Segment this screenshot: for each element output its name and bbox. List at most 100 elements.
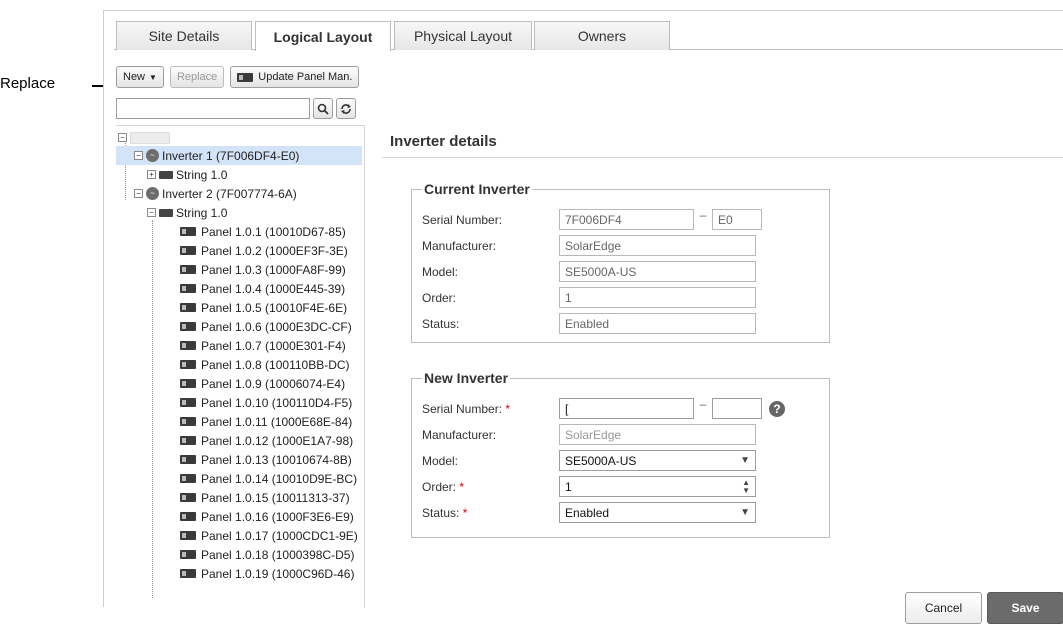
new-dropdown-button[interactable]: New ▼ <box>116 66 164 88</box>
required-mark: * <box>505 401 511 416</box>
tree-item-panel[interactable]: Panel 1.0.6 (1000E3DC-CF) <box>180 317 352 336</box>
inverter-details-panel: Inverter details Current Inverter Serial… <box>382 127 1063 624</box>
tree-item-panel[interactable]: Panel 1.0.18 (1000398C-D5) <box>180 545 354 564</box>
new-status-row: Status: * Enabled ▼ <box>422 502 756 523</box>
new-status-select[interactable]: Enabled ▼ <box>559 502 756 523</box>
new-inverter-group: New Inverter Serial Number: * [ – ? Manu… <box>411 370 830 538</box>
update-panel-manufacturer-button[interactable]: Update Panel Man. <box>230 66 360 88</box>
tree-item-panel[interactable]: Panel 1.0.1 (10010D67-85) <box>180 222 346 241</box>
current-serial-suffix-field: E0 <box>712 209 762 230</box>
required-mark: * <box>462 505 468 520</box>
panel-icon <box>180 360 196 369</box>
panel-icon <box>180 284 196 293</box>
collapse-icon[interactable]: − <box>134 189 143 198</box>
new-inverter-legend: New Inverter <box>424 370 509 386</box>
callout-label: Replace <box>0 75 56 92</box>
expand-icon[interactable]: + <box>147 170 156 179</box>
panel-icon <box>180 455 196 464</box>
tree-search-row <box>116 98 356 119</box>
tree-search-input[interactable] <box>116 98 310 119</box>
tab-physical-layout[interactable]: Physical Layout <box>394 21 532 50</box>
tab-owners[interactable]: Owners <box>534 21 670 50</box>
details-title: Inverter details <box>382 127 1063 158</box>
field-label: Serial Number: <box>422 212 503 227</box>
current-order-field: 1 <box>559 287 756 308</box>
current-serial-row: Serial Number: 7F006DF4 – E0 <box>422 208 762 230</box>
tree-item-panel[interactable]: Panel 1.0.10 (100110D4-F5) <box>180 393 352 412</box>
new-model-select[interactable]: SE5000A-US ▼ <box>559 450 756 471</box>
collapse-icon[interactable]: − <box>147 208 156 217</box>
string-icon <box>159 170 173 179</box>
new-order-row: Order: * 1 ▲ ▼ <box>422 476 756 497</box>
new-order-stepper[interactable]: 1 ▲ ▼ <box>559 476 756 497</box>
tree-item-panel[interactable]: Panel 1.0.4 (1000E445-39) <box>180 279 345 298</box>
tree-item-inverter-2[interactable]: − ~ Inverter 2 (7F007774-6A) <box>134 184 297 203</box>
new-serial-suffix-input[interactable] <box>712 398 762 419</box>
tree-item-panel[interactable]: Panel 1.0.15 (10011313-37) <box>180 488 350 507</box>
panel-icon <box>180 265 196 274</box>
chevron-down-icon: ▼ <box>740 455 750 466</box>
field-label: Manufacturer: <box>422 427 497 442</box>
new-serial-input[interactable]: [ <box>559 398 694 419</box>
tree-item-panel[interactable]: Panel 1.0.9 (10006074-E4) <box>180 374 345 393</box>
panel-icon <box>180 341 196 350</box>
current-inverter-legend: Current Inverter <box>424 181 530 197</box>
field-label: Status: <box>422 505 460 520</box>
tab-bar: Site Details Logical Layout Physical Lay… <box>114 19 1063 51</box>
inverter-icon: ~ <box>146 149 159 162</box>
cancel-button[interactable]: Cancel <box>905 592 982 624</box>
inverter-icon: ~ <box>146 187 159 200</box>
panel-icon <box>180 303 196 312</box>
tab-site-details[interactable]: Site Details <box>116 21 252 50</box>
tree-root[interactable]: − <box>118 128 170 147</box>
tree-connector <box>152 220 153 598</box>
tree-item-panel[interactable]: Panel 1.0.11 (1000E68E-84) <box>180 412 352 431</box>
tree-item-panel[interactable]: Panel 1.0.12 (1000E1A7-98) <box>180 431 353 450</box>
tree-item-panel[interactable]: Panel 1.0.13 (10010674-8B) <box>180 450 352 469</box>
field-label: Order: <box>422 290 457 305</box>
current-status-field: Enabled <box>559 313 756 334</box>
tree-item-panel[interactable]: Panel 1.0.19 (1000C96D-46) <box>180 564 354 583</box>
tree-item-panel[interactable]: Panel 1.0.16 (1000F3E6-E9) <box>180 507 354 526</box>
refresh-button[interactable] <box>336 98 356 119</box>
collapse-icon[interactable]: − <box>134 151 143 160</box>
tree-item-panel[interactable]: Panel 1.0.17 (1000CDC1-9E) <box>180 526 358 545</box>
tab-logical-layout[interactable]: Logical Layout <box>255 21 391 51</box>
required-mark: * <box>459 479 465 494</box>
dropdown-caret-icon: ▼ <box>149 72 157 82</box>
panel-icon <box>180 227 196 236</box>
current-model-field: SE5000A-US <box>559 261 756 282</box>
search-icon <box>317 103 329 115</box>
chevron-down-icon: ▼ <box>740 507 750 518</box>
stepper-arrows-icon[interactable]: ▲ ▼ <box>742 478 750 495</box>
string-icon <box>159 208 173 217</box>
tree-item-panel[interactable]: Panel 1.0.3 (1000FA8F-99) <box>180 260 346 279</box>
save-button[interactable]: Save <box>987 592 1063 624</box>
tree-item-inverter-1[interactable]: − ~ Inverter 1 (7F006DF4-E0) <box>116 146 362 165</box>
tree-item-panel[interactable]: Panel 1.0.14 (10010D9E-BC) <box>180 469 357 488</box>
tree-item-string[interactable]: − String 1.0 <box>147 203 227 222</box>
current-inverter-group: Current Inverter Serial Number: 7F006DF4… <box>411 181 830 343</box>
new-model-row: Model: SE5000A-US ▼ <box>422 450 756 471</box>
panel-icon <box>180 569 196 578</box>
redacted-site-label <box>130 131 170 144</box>
field-label: Model: <box>422 453 459 468</box>
tree-item-panel[interactable]: Panel 1.0.5 (10010F4E-6E) <box>180 298 347 317</box>
tree-item-panel[interactable]: Panel 1.0.8 (100110BB-DC) <box>180 355 350 374</box>
refresh-icon <box>341 103 351 114</box>
help-icon[interactable]: ? <box>769 400 785 417</box>
collapse-icon[interactable]: − <box>118 133 127 142</box>
tree-item-string[interactable]: + String 1.0 <box>147 165 227 184</box>
field-label: Status: <box>422 316 460 331</box>
tree-item-panel[interactable]: Panel 1.0.2 (1000EF3F-3E) <box>180 241 348 260</box>
serial-separator: – <box>699 396 707 411</box>
field-label: Model: <box>422 264 459 279</box>
search-button[interactable] <box>313 98 333 119</box>
panel-icon <box>180 474 196 483</box>
panel-icon <box>180 512 196 521</box>
tree-item-panel[interactable]: Panel 1.0.7 (1000E301-F4) <box>180 336 346 355</box>
replace-button[interactable]: Replace <box>169 66 225 88</box>
current-status-row: Status: Enabled <box>422 313 756 334</box>
current-manufacturer-field: SolarEdge <box>559 235 756 256</box>
current-order-row: Order: 1 <box>422 287 756 308</box>
